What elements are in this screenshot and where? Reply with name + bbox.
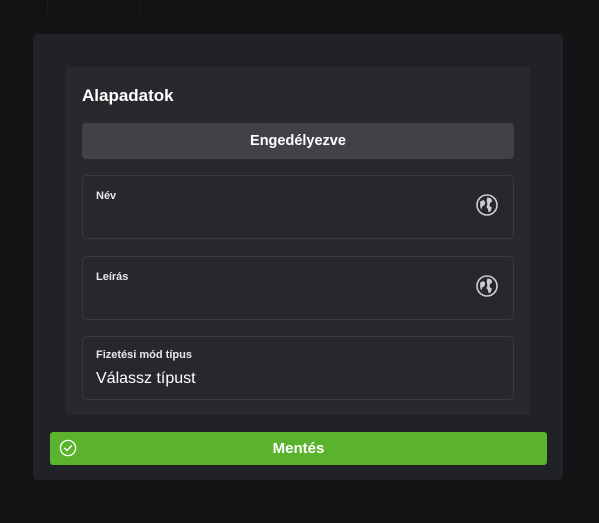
payment-type-select[interactable]: Fizetési mód típus Válassz típust (82, 336, 514, 400)
globe-icon[interactable] (475, 274, 499, 298)
save-button-label: Mentés (272, 440, 325, 457)
save-button[interactable]: Mentés (50, 432, 547, 465)
section-title: Alapadatok (82, 86, 174, 105)
name-field[interactable]: Név (82, 175, 514, 239)
check-circle-icon (59, 439, 77, 457)
name-field-label: Név (96, 190, 117, 202)
globe-icon[interactable] (475, 193, 499, 217)
description-field[interactable]: Leírás (82, 256, 514, 320)
payment-type-label: Fizetési mód típus (96, 349, 192, 361)
payment-type-value: Válassz típust (96, 370, 196, 387)
top-strip-segment (47, 0, 141, 14)
description-field-label: Leírás (96, 271, 129, 283)
enabled-toggle-button[interactable]: Engedélyezve (82, 123, 514, 159)
top-strip (0, 0, 599, 14)
top-strip-segment (0, 0, 48, 14)
